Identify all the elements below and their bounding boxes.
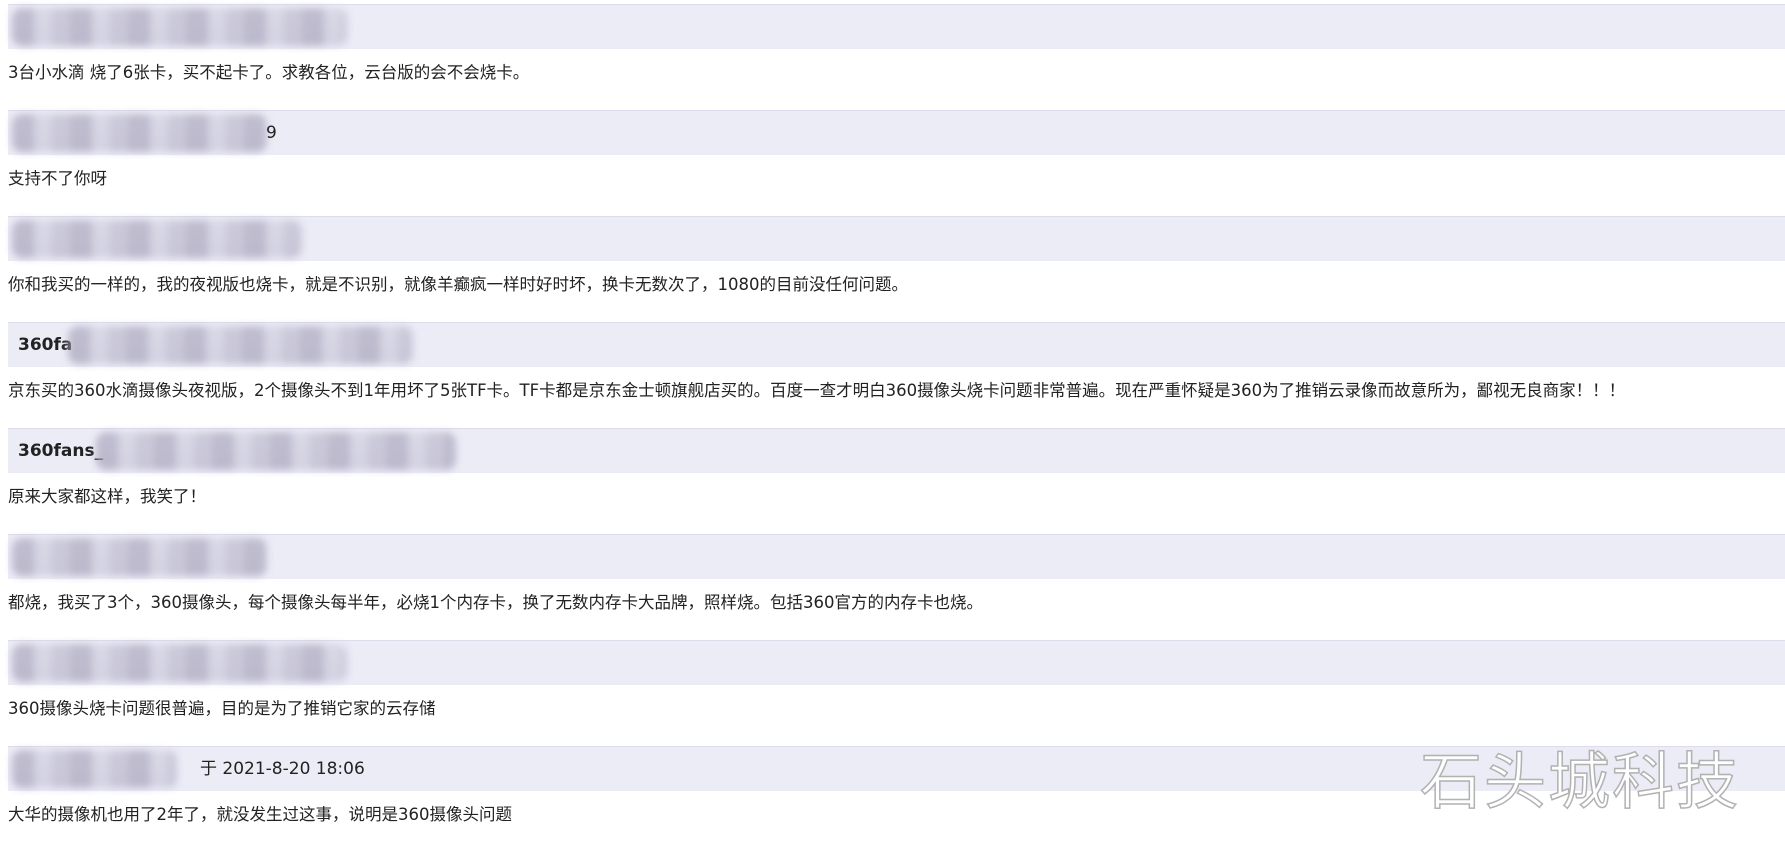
author-name[interactable]: 360fans_	[18, 429, 103, 473]
redacted-author-mask	[12, 538, 267, 576]
post-content: 原来大家都这样，我笑了！	[8, 487, 206, 506]
redacted-author-mask	[12, 114, 267, 152]
reply-post: 你和我买的一样的，我的夜视版也烧卡，就是不识别，就像羊癫疯一样时好时坏，换卡无数…	[0, 212, 1785, 318]
reply-list: 3台小水滴 烧了6张卡，买不起卡了。求教各位，云台版的会不会烧卡。 9 支持不了…	[0, 0, 1785, 848]
post-content: 京东买的360水滴摄像头夜视版，2个摄像头不到1年用坏了5张TF卡。TF卡都是京…	[8, 381, 1626, 400]
post-header	[8, 216, 1785, 261]
post-content: 360摄像头烧卡问题很普遍，目的是为了推销它家的云存储	[8, 699, 436, 718]
post-header: 360fa	[8, 322, 1785, 367]
reply-post: 9 支持不了你呀	[0, 106, 1785, 212]
reply-post: 360fans_ 原来大家都这样，我笑了！	[0, 424, 1785, 530]
reply-post: 360摄像头烧卡问题很普遍，目的是为了推销它家的云存储	[0, 636, 1785, 742]
redacted-author-mask	[12, 220, 302, 258]
post-content: 3台小水滴 烧了6张卡，买不起卡了。求教各位，云台版的会不会烧卡。	[8, 63, 530, 82]
redacted-author-mask	[12, 8, 347, 46]
redacted-author-mask	[68, 326, 413, 364]
reply-post: 都烧，我买了3个，360摄像头，每个摄像头每半年，必烧1个内存卡，换了无数内存卡…	[0, 530, 1785, 636]
redacted-author-mask	[96, 432, 456, 470]
redacted-author-mask	[12, 644, 347, 682]
post-content: 都烧，我买了3个，360摄像头，每个摄像头每半年，必烧1个内存卡，换了无数内存卡…	[8, 593, 983, 612]
reply-post: 360fa 京东买的360水滴摄像头夜视版，2个摄像头不到1年用坏了5张TF卡。…	[0, 318, 1785, 424]
post-header: 9	[8, 110, 1785, 155]
post-header	[8, 640, 1785, 685]
post-timestamp: 9	[266, 123, 277, 143]
post-header	[8, 4, 1785, 49]
post-content: 大华的摄像机也用了2年了，就没发生过这事，说明是360摄像头问题	[8, 805, 512, 824]
post-timestamp: 于 2021-8-20 18:06	[200, 759, 365, 779]
post-content: 支持不了你呀	[8, 169, 107, 188]
post-content: 你和我买的一样的，我的夜视版也烧卡，就是不识别，就像羊癫疯一样时好时坏，换卡无数…	[8, 275, 908, 294]
reply-post: 3台小水滴 烧了6张卡，买不起卡了。求教各位，云台版的会不会烧卡。	[0, 0, 1785, 106]
watermark: 石头城科技	[1419, 744, 1740, 819]
redacted-author-mask	[12, 750, 177, 788]
post-header	[8, 534, 1785, 579]
author-name[interactable]: 360fa	[18, 323, 72, 367]
post-header: 360fans_	[8, 428, 1785, 473]
